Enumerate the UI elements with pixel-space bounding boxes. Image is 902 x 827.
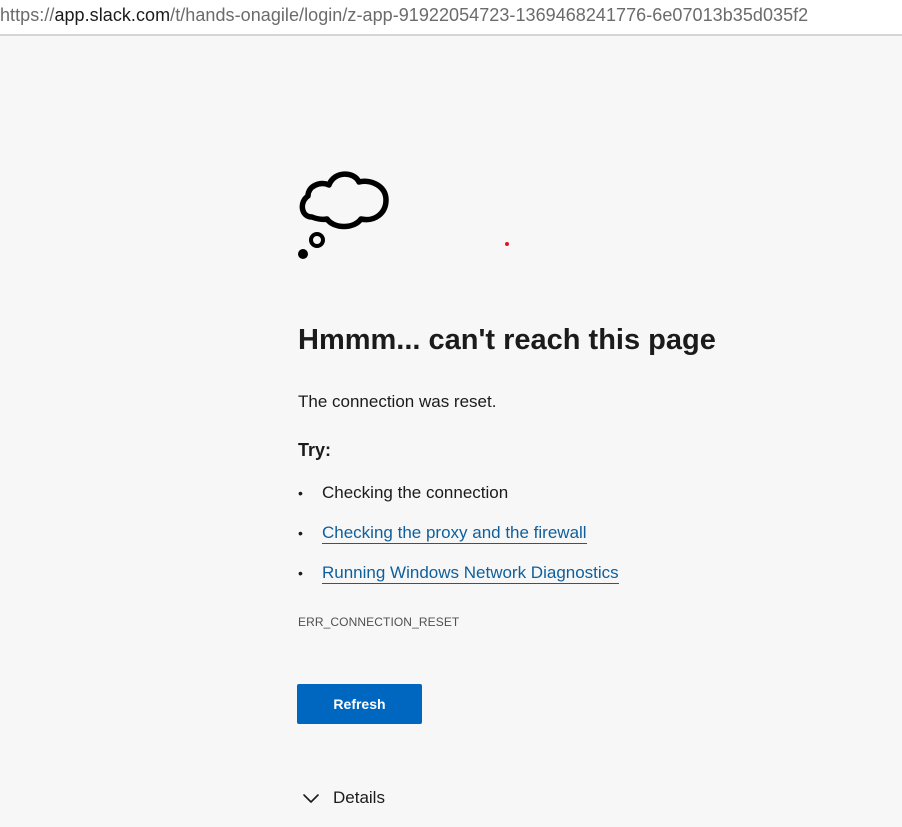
error-code: ERR_CONNECTION_RESET <box>298 615 460 629</box>
suggestion-item-proxy-firewall: • Checking the proxy and the firewall <box>298 518 619 558</box>
chevron-down-icon <box>303 794 319 803</box>
proxy-firewall-link[interactable]: Checking the proxy and the firewall <box>322 523 587 544</box>
suggestion-list: • Checking the connection • Checking the… <box>298 478 619 598</box>
bullet-icon: • <box>298 565 303 581</box>
address-bar[interactable]: https://app.slack.com/t/hands-onagile/lo… <box>0 0 902 36</box>
url-path: /t/hands-onagile/login/z-app-91922054723… <box>170 5 809 25</box>
details-toggle[interactable]: Details <box>302 784 385 812</box>
url-host: app.slack.com <box>54 5 171 25</box>
url-text[interactable]: https://app.slack.com/t/hands-onagile/lo… <box>0 4 808 26</box>
suggestion-item-network-diagnostics: • Running Windows Network Diagnostics <box>298 558 619 598</box>
cursor-dot <box>505 242 509 246</box>
page-title: Hmmm... can't reach this page <box>298 324 716 356</box>
bullet-icon: • <box>298 525 303 541</box>
details-label: Details <box>333 788 385 807</box>
url-scheme: https:// <box>0 5 55 25</box>
try-heading: Try: <box>298 440 332 460</box>
refresh-button[interactable]: Refresh <box>297 684 422 724</box>
network-diagnostics-link[interactable]: Running Windows Network Diagnostics <box>322 563 619 584</box>
suggestion-item-connection: • Checking the connection <box>298 478 619 518</box>
thought-cloud-icon <box>298 171 389 259</box>
suggestion-label: Checking the connection <box>322 483 509 502</box>
error-message: The connection was reset. <box>298 392 497 411</box>
bullet-icon: • <box>298 485 303 501</box>
